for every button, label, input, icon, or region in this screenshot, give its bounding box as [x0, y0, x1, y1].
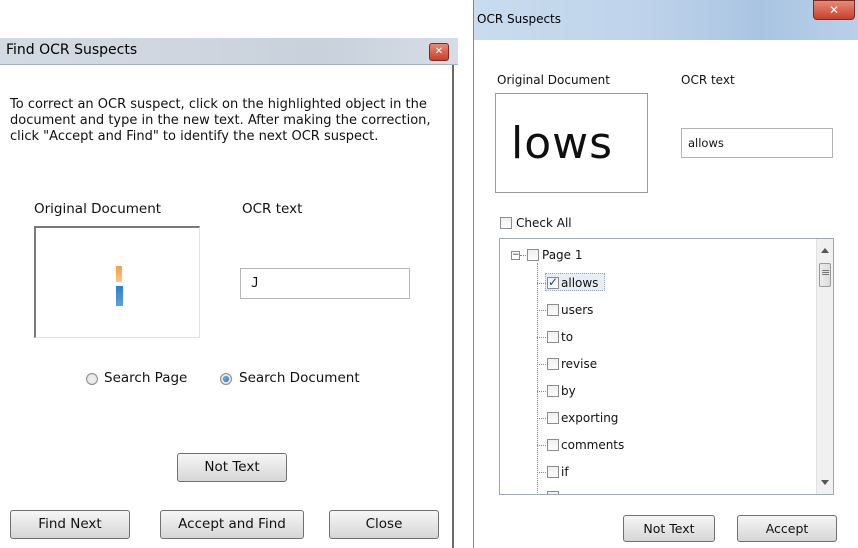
tree-item-label[interactable]: allows [561, 276, 598, 290]
check-all-label[interactable]: Check All [516, 216, 572, 230]
tree-item-label[interactable]: by [561, 384, 576, 398]
dialog-right-edge [452, 40, 454, 548]
dialog-title: Find OCR Suspects [6, 42, 138, 58]
ocr-text-label: OCR text [242, 201, 303, 217]
search-document-radio[interactable] [220, 373, 232, 385]
dialog-title: OCR Suspects [477, 12, 562, 26]
tree-item-label[interactable]: revise [561, 357, 597, 371]
suspects-tree: − Page 1 allows users to revise by expor… [499, 238, 834, 495]
accept-button[interactable]: Accept [737, 515, 837, 542]
scroll-thumb[interactable] [819, 263, 831, 287]
close-button[interactable]: Close [329, 510, 439, 539]
dialog-left-edge [473, 0, 474, 548]
tree-root-label[interactable]: Page 1 [542, 248, 583, 262]
find-ocr-suspects-dialog: Find OCR Suspects ✕ To correct an OCR su… [0, 0, 458, 548]
item-checkbox-by[interactable] [547, 385, 559, 397]
tree-connector [537, 472, 546, 473]
original-document-preview [34, 226, 200, 338]
item-checkbox-users[interactable] [547, 304, 559, 316]
tree-connector [537, 310, 546, 311]
close-icon[interactable]: ✕ [813, 0, 855, 20]
tree-item-label[interactable]: if [561, 465, 569, 479]
item-checkbox-partial[interactable] [547, 491, 559, 494]
check-all-checkbox[interactable] [500, 217, 512, 229]
find-next-button[interactable]: Find Next [10, 510, 130, 539]
original-word-text: lows [511, 118, 614, 169]
collapse-minus-icon[interactable]: − [511, 251, 520, 260]
not-text-button[interactable]: Not Text [177, 453, 287, 482]
tree-connector [537, 337, 546, 338]
tree-connector [537, 364, 546, 365]
item-checkbox-allows[interactable] [547, 275, 559, 289]
tree-connector [537, 391, 546, 392]
ocr-text-input[interactable]: allows [681, 128, 833, 158]
close-icon[interactable]: ✕ [429, 43, 449, 61]
ocr-text-input[interactable]: J [240, 268, 410, 299]
scroll-up-arrow-icon[interactable] [821, 248, 829, 253]
title-bar: Find OCR Suspects ✕ [0, 38, 458, 65]
search-page-label[interactable]: Search Page [104, 370, 187, 386]
tree-connector [537, 263, 538, 494]
ocr-text-label: OCR text [681, 73, 735, 87]
tree-item-label[interactable]: users [561, 303, 593, 317]
tree-connector [537, 283, 546, 284]
preview-glyph-top [116, 266, 122, 282]
search-document-label[interactable]: Search Document [239, 370, 360, 386]
original-word-image: lows [495, 93, 648, 193]
preview-glyph-bottom [116, 286, 123, 306]
item-checkbox-comments[interactable] [547, 439, 559, 451]
tree-item-label[interactable]: to [561, 330, 573, 344]
item-checkbox-if[interactable] [547, 466, 559, 478]
tree-scrollbar[interactable] [816, 239, 833, 494]
scroll-down-arrow-icon[interactable] [821, 480, 829, 485]
ocr-suspects-dialog: OCR Suspects ✕ Original Document OCR tex… [473, 0, 858, 548]
tree-connector [520, 255, 526, 256]
page-checkbox[interactable] [527, 249, 539, 261]
tree-connector [537, 445, 546, 446]
original-document-label: Original Document [497, 73, 610, 87]
original-document-label: Original Document [34, 201, 162, 217]
accept-and-find-button[interactable]: Accept and Find [160, 510, 304, 539]
tree-connector [537, 418, 546, 419]
item-checkbox-exporting[interactable] [547, 412, 559, 424]
item-checkbox-revise[interactable] [547, 358, 559, 370]
title-bar: OCR Suspects ✕ [473, 0, 858, 40]
search-page-radio[interactable] [86, 373, 98, 385]
instructions-text: To correct an OCR suspect, click on the … [10, 97, 431, 144]
item-checkbox-to[interactable] [547, 331, 559, 343]
tree-item-label[interactable]: comments [561, 438, 624, 452]
tree-item-label[interactable]: exporting [561, 411, 618, 425]
not-text-button[interactable]: Not Text [623, 515, 715, 542]
